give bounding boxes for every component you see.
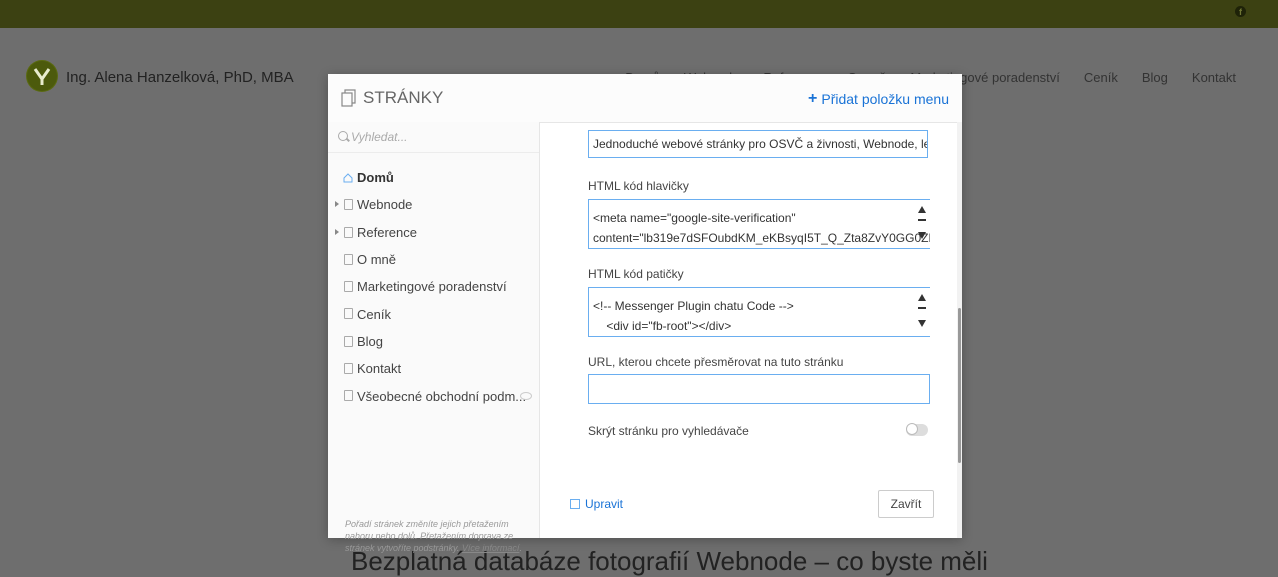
doc-icon [344,281,353,293]
pages-modal: STRÁNKY + Přidat položku menu Domů Webno… [328,74,962,553]
description-input[interactable]: Jednoduché webové stránky pro OSVČ a živ… [588,130,928,158]
close-button[interactable]: Zavřít [878,490,934,518]
logo-icon [27,61,57,91]
doc-icon [344,226,353,238]
scrollbar-thumb[interactable] [958,308,961,463]
doc-icon [344,335,353,347]
plus-icon: + [808,90,818,107]
nav-item-blog[interactable]: Blog [1142,70,1168,85]
page-item-blog[interactable]: Blog [328,328,539,355]
modal-title-text: STRÁNKY [363,88,444,107]
doc-icon [344,363,353,375]
redirect-url-label: URL, kterou chcete přesměrovat na tuto s… [588,355,844,369]
code-line: " /> [593,248,926,249]
hide-from-search-toggle[interactable] [906,423,928,436]
toggle-knob [906,423,918,435]
redirect-url-input[interactable] [588,374,930,404]
header-code-label: HTML kód hlavičky [588,179,689,193]
page-label: Všeobecné obchodní podm... [357,388,527,404]
expand-caret-icon[interactable] [335,201,339,208]
edit-label: Upravit [585,497,624,511]
page-label: Domů [357,170,394,186]
help-text: Pořadí stránek změníte jejich přetažením… [345,519,522,553]
page-label: Blog [357,333,384,349]
pages-icon [341,89,357,107]
modal-header: STRÁNKY + Přidat položku menu [328,74,962,123]
scroll-down-icon[interactable] [918,320,926,327]
page-item-reference[interactable]: Reference [328,219,539,246]
header-code-scroll-arrows[interactable] [916,199,928,249]
page-settings-panel: Jednoduché webové stránky pro OSVČ a živ… [540,122,962,538]
footer-code-label: HTML kód patičky [588,267,684,281]
page-item-webnode[interactable]: Webnode [328,191,539,218]
code-line: <meta name="google-site-verification" [593,211,796,225]
header-code-textarea[interactable]: <meta name="google-site-verification" co… [588,199,930,249]
add-menu-item-label: Přidat položku menu [821,91,949,107]
page-label: Kontakt [357,361,402,377]
page-item-o-mne[interactable]: O mně [328,246,539,273]
scroll-mid-icon [918,307,926,309]
nav-item-cenik[interactable]: Ceník [1084,70,1118,85]
scroll-up-icon[interactable] [918,294,926,301]
scroll-down-icon[interactable] [918,232,926,239]
page-label: Webnode [357,197,413,213]
page-label: Marketingové poradenství [357,279,507,295]
scroll-mid-icon [918,219,926,221]
hidden-eye-icon[interactable] [520,392,532,401]
page-item-domu[interactable]: Domů [328,164,539,191]
scrollbar[interactable] [957,122,962,538]
nav-item-kontakt[interactable]: Kontakt [1192,70,1236,85]
home-icon [343,171,353,183]
page-label: Reference [357,224,417,240]
page-item-kontakt[interactable]: Kontakt [328,355,539,382]
scroll-up-icon[interactable] [918,206,926,213]
site-brand[interactable]: Ing. Alena Hanzelková, PhD, MBA [66,69,294,86]
page-label: O mně [357,252,397,268]
edit-page-link[interactable]: Upravit [570,497,623,511]
page-label: Ceník [357,306,391,322]
page-item-marketingove-poradenstvi[interactable]: Marketingové poradenství [328,273,539,300]
expand-caret-icon[interactable] [335,228,339,235]
modal-title: STRÁNKY [341,88,443,108]
edit-icon [570,499,580,509]
code-line: <div id="fb-root"></div> [593,319,732,333]
logo[interactable] [26,60,58,92]
search-input[interactable] [351,128,531,146]
search-box [328,122,539,153]
code-line: content="lb319e7dSFOubdKM_eKBsyqI5T_Q_Zt… [593,231,930,245]
pages-sidebar: Domů Webnode Reference O mně Marketingov… [328,122,540,553]
doc-icon [344,308,353,320]
doc-icon [344,253,353,265]
search-icon [338,131,348,141]
page-list: Domů Webnode Reference O mně Marketingov… [328,164,539,410]
page-item-cenik[interactable]: Ceník [328,300,539,327]
top-bar: f [0,0,1278,28]
add-menu-item-button[interactable]: + Přidat položku menu [808,90,949,108]
doc-icon [344,199,353,211]
footer-code-textarea[interactable]: <!-- Messenger Plugin chatu Code --> <di… [588,287,930,337]
hide-from-search-label: Skrýt stránku pro vyhledávače [588,424,749,438]
more-info-link[interactable]: Více informací [462,543,520,553]
doc-icon [344,390,353,402]
facebook-icon[interactable]: f [1235,6,1246,17]
code-line: <!-- Messenger Plugin chatu Code --> [593,299,794,313]
footer-code-scroll-arrows[interactable] [916,287,928,337]
page-item-vseobecne-obchodni-podminky[interactable]: Všeobecné obchodní podm... [328,382,539,409]
